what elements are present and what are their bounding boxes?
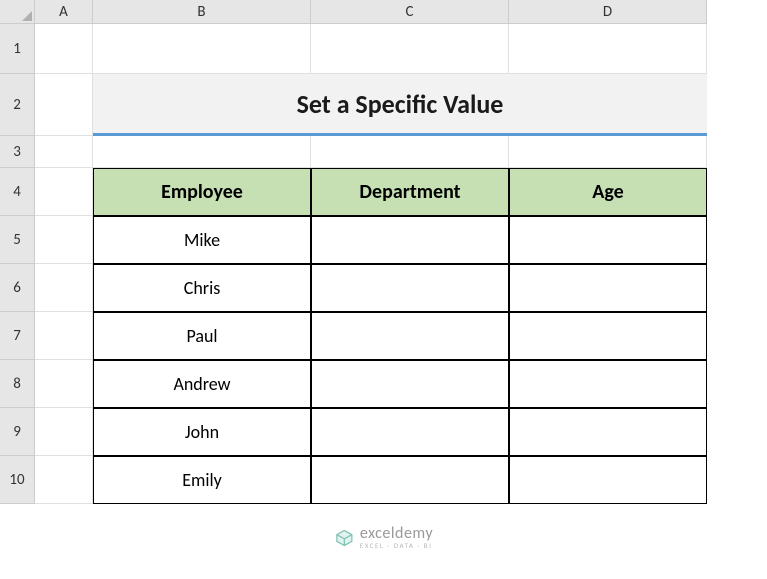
spreadsheet-grid: A B C D 1 2 Set a Specific Value 3 4 Emp…: [0, 0, 767, 504]
title-cell[interactable]: Set a Specific Value: [93, 74, 707, 136]
watermark: exceldemy EXCEL · DATA · BI: [334, 526, 433, 549]
table-cell-employee[interactable]: Andrew: [93, 360, 311, 408]
cell-d1[interactable]: [509, 24, 707, 74]
table-cell-employee[interactable]: Chris: [93, 264, 311, 312]
row-header-3[interactable]: 3: [0, 136, 35, 168]
table-cell-department[interactable]: [311, 312, 509, 360]
row-header-4[interactable]: 4: [0, 168, 35, 216]
table-cell-age[interactable]: [509, 264, 707, 312]
row-header-10[interactable]: 10: [0, 456, 35, 504]
table-cell-age[interactable]: [509, 360, 707, 408]
cell-d3[interactable]: [509, 136, 707, 168]
table-cell-employee[interactable]: Mike: [93, 216, 311, 264]
cell-b3[interactable]: [93, 136, 311, 168]
col-header-b[interactable]: B: [93, 0, 311, 24]
table-cell-age[interactable]: [509, 408, 707, 456]
table-header-employee[interactable]: Employee: [93, 168, 311, 216]
cell-a8[interactable]: [35, 360, 93, 408]
watermark-main: exceldemy: [360, 526, 433, 542]
table-cell-age[interactable]: [509, 456, 707, 504]
table-header-department[interactable]: Department: [311, 168, 509, 216]
table-cell-department[interactable]: [311, 408, 509, 456]
cell-a3[interactable]: [35, 136, 93, 168]
cell-c1[interactable]: [311, 24, 509, 74]
table-cell-department[interactable]: [311, 456, 509, 504]
row-header-8[interactable]: 8: [0, 360, 35, 408]
table-cell-employee[interactable]: Paul: [93, 312, 311, 360]
col-header-d[interactable]: D: [509, 0, 707, 24]
cell-a4[interactable]: [35, 168, 93, 216]
col-header-a[interactable]: A: [35, 0, 93, 24]
row-header-9[interactable]: 9: [0, 408, 35, 456]
row-header-5[interactable]: 5: [0, 216, 35, 264]
col-header-c[interactable]: C: [311, 0, 509, 24]
cell-a2[interactable]: [35, 74, 93, 136]
cell-a5[interactable]: [35, 216, 93, 264]
table-cell-age[interactable]: [509, 216, 707, 264]
select-all-corner[interactable]: [0, 0, 35, 24]
cell-b1[interactable]: [93, 24, 311, 74]
table-cell-employee[interactable]: Emily: [93, 456, 311, 504]
row-header-6[interactable]: 6: [0, 264, 35, 312]
table-cell-department[interactable]: [311, 216, 509, 264]
cell-a10[interactable]: [35, 456, 93, 504]
table-cell-employee[interactable]: John: [93, 408, 311, 456]
cell-a6[interactable]: [35, 264, 93, 312]
exceldemy-logo-icon: [334, 528, 354, 548]
row-header-2[interactable]: 2: [0, 74, 35, 136]
cell-a7[interactable]: [35, 312, 93, 360]
watermark-text: exceldemy EXCEL · DATA · BI: [360, 526, 433, 549]
table-header-age[interactable]: Age: [509, 168, 707, 216]
row-header-1[interactable]: 1: [0, 24, 35, 74]
table-cell-age[interactable]: [509, 312, 707, 360]
watermark-sub: EXCEL · DATA · BI: [360, 542, 433, 549]
table-cell-department[interactable]: [311, 360, 509, 408]
cell-c3[interactable]: [311, 136, 509, 168]
cell-a9[interactable]: [35, 408, 93, 456]
table-cell-department[interactable]: [311, 264, 509, 312]
cell-a1[interactable]: [35, 24, 93, 74]
row-header-7[interactable]: 7: [0, 312, 35, 360]
